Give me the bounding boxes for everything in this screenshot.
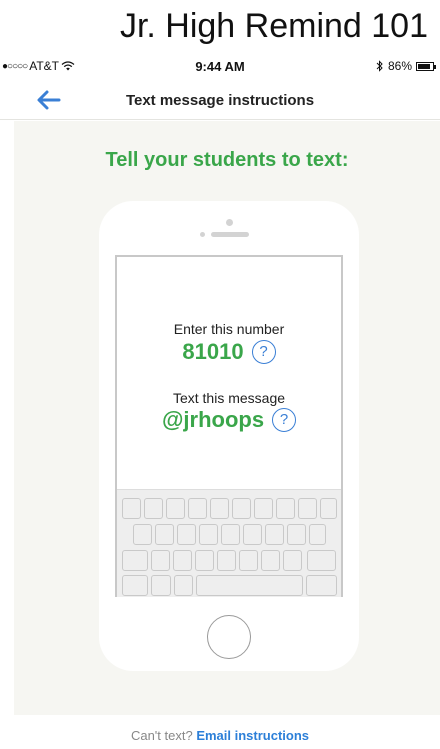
battery-fill bbox=[418, 63, 430, 69]
instructions-panel: Tell your students to text: Enter this n… bbox=[14, 121, 440, 715]
page-title: Text message instructions bbox=[125, 92, 315, 109]
keyboard-key bbox=[144, 498, 163, 519]
keyboard-key bbox=[199, 524, 218, 545]
home-button-illustration bbox=[207, 615, 251, 659]
status-bar: ●○○○○ AT&T 9:44 AM 86% bbox=[0, 56, 440, 78]
keyboard-key bbox=[306, 575, 337, 596]
keyboard-key bbox=[195, 550, 214, 571]
keyboard-key bbox=[254, 498, 273, 519]
keyboard-key bbox=[217, 550, 236, 571]
keyboard-key bbox=[122, 498, 141, 519]
phone-screen: Enter this number 81010 ? Text this mess… bbox=[115, 255, 343, 597]
keyboard-key bbox=[133, 524, 152, 545]
phone-camera-dot bbox=[226, 219, 233, 226]
keyboard-key bbox=[261, 550, 280, 571]
status-time: 9:44 AM bbox=[195, 59, 245, 74]
keyboard-illustration bbox=[117, 489, 341, 597]
keyboard-key bbox=[155, 524, 174, 545]
keyboard-key bbox=[232, 498, 251, 519]
keyboard-key bbox=[243, 524, 262, 545]
keyboard-key bbox=[287, 524, 306, 545]
keyboard-key bbox=[196, 575, 303, 596]
message-help-icon[interactable]: ? bbox=[272, 408, 297, 432]
bluetooth-icon bbox=[376, 60, 383, 72]
keyboard-key bbox=[188, 498, 207, 519]
keyboard-key bbox=[174, 575, 193, 596]
caption-title: Jr. High Remind 101 bbox=[119, 7, 428, 45]
keyboard-key bbox=[265, 524, 284, 545]
keyboard-key bbox=[239, 550, 258, 571]
phone-illustration: Enter this number 81010 ? Text this mess… bbox=[99, 201, 359, 671]
headline: Tell your students to text: bbox=[105, 149, 349, 171]
number-label: Enter this number bbox=[173, 321, 285, 337]
message-row: @jrhoops ? bbox=[117, 407, 341, 433]
number-help-icon[interactable]: ? bbox=[251, 340, 276, 364]
nav-bar: Text message instructions bbox=[0, 80, 440, 120]
phone-speaker bbox=[211, 232, 249, 237]
keyboard-key bbox=[122, 550, 148, 571]
footer: Can't text? Email instructions bbox=[0, 728, 440, 743]
keyboard-key bbox=[151, 575, 171, 596]
keyboard-key bbox=[173, 550, 192, 571]
keyboard-key bbox=[309, 524, 326, 545]
keyboard-key bbox=[221, 524, 240, 545]
battery-percent: 86% bbox=[387, 59, 412, 73]
keyboard-key bbox=[320, 498, 337, 519]
status-right: 86% bbox=[376, 59, 436, 73]
keyboard-key bbox=[276, 498, 295, 519]
class-code: @jrhoops bbox=[161, 407, 265, 432]
email-instructions-link[interactable]: Email instructions bbox=[196, 728, 309, 743]
phone-sensor-dot bbox=[200, 232, 205, 237]
keyboard-key bbox=[283, 550, 302, 571]
keyboard-key bbox=[298, 498, 317, 519]
number-row: 81010 ? bbox=[117, 339, 341, 365]
battery-icon bbox=[416, 61, 436, 71]
short-code-number: 81010 bbox=[182, 339, 244, 364]
keyboard-key bbox=[177, 524, 196, 545]
keyboard-key bbox=[210, 498, 229, 519]
keyboard-key bbox=[122, 575, 148, 596]
footer-prompt: Can't text? bbox=[130, 728, 193, 743]
keyboard-key bbox=[307, 550, 336, 571]
keyboard-key bbox=[151, 550, 170, 571]
keyboard-key bbox=[166, 498, 185, 519]
message-label: Text this message bbox=[172, 390, 286, 406]
